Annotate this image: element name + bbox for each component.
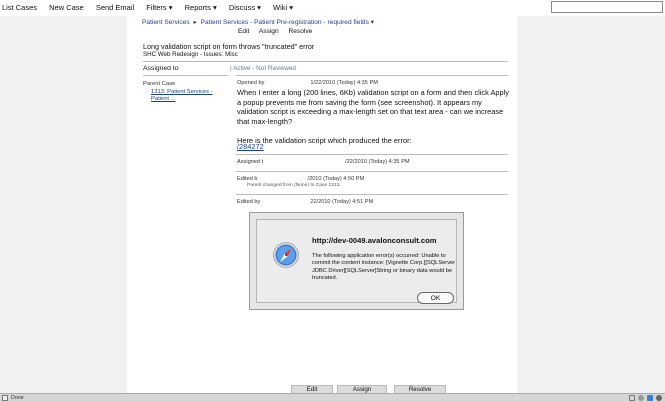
assigned-meta: Assigned t/22/2010 (Today) 4:35 PM — [237, 159, 410, 165]
nav-list-cases[interactable]: List Cases — [2, 3, 37, 12]
breadcrumb-dropdown-icon[interactable]: ▾ — [371, 19, 374, 26]
case-subtitle: SHC Web Redesign - Issues: Misc — [143, 51, 238, 58]
resolve-link[interactable]: Resolve — [288, 28, 312, 35]
nav-discuss-menu[interactable]: Discuss ▾ — [229, 3, 261, 12]
edit-link[interactable]: Edit — [238, 28, 249, 35]
divider — [236, 154, 508, 155]
opened-by-label: Opened by — [237, 80, 265, 86]
error-dialog: http://dev-0049.avalonconsult.com The fo… — [256, 219, 457, 304]
right-gutter — [517, 16, 665, 393]
page-icon — [2, 395, 8, 401]
edited-by-label: Edited by — [237, 199, 261, 205]
nav-send-email[interactable]: Send Email — [96, 3, 134, 12]
status-icons — [629, 395, 662, 401]
safari-compass-icon — [273, 242, 299, 268]
assigned-date: /22/2010 (Today) 4:35 PM — [345, 159, 410, 165]
breadcrumb-separator-icon: ▸ — [193, 19, 197, 26]
search-input[interactable] — [551, 1, 663, 13]
edited-date: /2010 (Today) 4:50 PM — [307, 176, 365, 182]
edited-date: 22/2010 (Today) 4:51 PM — [310, 199, 374, 205]
case-title: Long validation script on form throws "t… — [143, 42, 315, 51]
top-navigation-bar: List Cases New Case Send Email Filters ▾… — [0, 0, 665, 16]
nav-filters-menu[interactable]: Filters ▾ — [146, 3, 172, 12]
parent-case-link[interactable]: 1313: Patient Services - Patient ... — [151, 89, 213, 103]
globe-icon[interactable] — [656, 395, 662, 401]
status-label: | Active - Not Reviewed — [230, 65, 296, 72]
edited-meta-1: Edited b/2010 (Today) 4:50 PM — [237, 176, 364, 182]
opened-date: 1/22/2010 (Today) 4:35 PM — [310, 80, 378, 86]
edit-note: Parent changed from (None) to Case 1313. — [247, 183, 341, 188]
ok-button[interactable]: OK — [417, 292, 454, 304]
dialog-title: http://dev-0049.avalonconsult.com — [312, 236, 437, 245]
addon-icon[interactable] — [647, 395, 653, 401]
divider — [143, 61, 508, 62]
left-gutter — [0, 16, 127, 393]
validation-script-link[interactable]: /284272 — [237, 142, 264, 151]
divider — [236, 75, 508, 76]
breadcrumb-area-link[interactable]: Patient Services - Patient Pre-registrat… — [201, 19, 369, 26]
error-dialog-screenshot: http://dev-0049.avalonconsult.com The fo… — [249, 212, 464, 310]
edited-by-label: Edited b — [237, 176, 258, 182]
assigned-by-label: Assigned t — [237, 159, 264, 165]
breadcrumb-project-link[interactable]: Patient Services — [142, 19, 190, 26]
parent-case-link-line2: Patient ... — [151, 96, 176, 102]
top-actions: Edit Assign Resolve — [238, 28, 320, 35]
nav-reports-menu[interactable]: Reports ▾ — [185, 3, 217, 12]
nav-wiki-menu[interactable]: Wiki ▾ — [273, 3, 293, 12]
status-text: Done — [11, 395, 24, 401]
nav-new-case[interactable]: New Case — [49, 3, 84, 12]
opened-by-meta: Opened by 1/22/2010 (Today) 4:35 PM — [237, 80, 378, 86]
divider — [236, 171, 508, 172]
assign-link[interactable]: Assign — [259, 28, 279, 35]
dialog-message: The following application error(s) occur… — [312, 253, 456, 282]
edited-meta-2: Edited by 22/2010 (Today) 4:51 PM — [237, 199, 373, 205]
assigned-to-label: Assigned to — [143, 65, 179, 72]
lock-icon — [629, 395, 635, 401]
browser-status-bar: Done — [0, 393, 665, 402]
top-nav-menu: List Cases New Case Send Email Filters ▾… — [2, 3, 303, 12]
divider — [236, 194, 508, 195]
case-description: When I enter a long (200 lines, 6Kb) val… — [237, 88, 509, 145]
breadcrumb: Patient Services ▸ Patient Services - Pa… — [142, 18, 374, 26]
divider — [143, 75, 228, 76]
parent-case-label: Parent Case — [143, 81, 176, 87]
download-icon — [638, 395, 644, 401]
parent-case-link-line1: 1313: Patient Services - — [151, 89, 213, 95]
